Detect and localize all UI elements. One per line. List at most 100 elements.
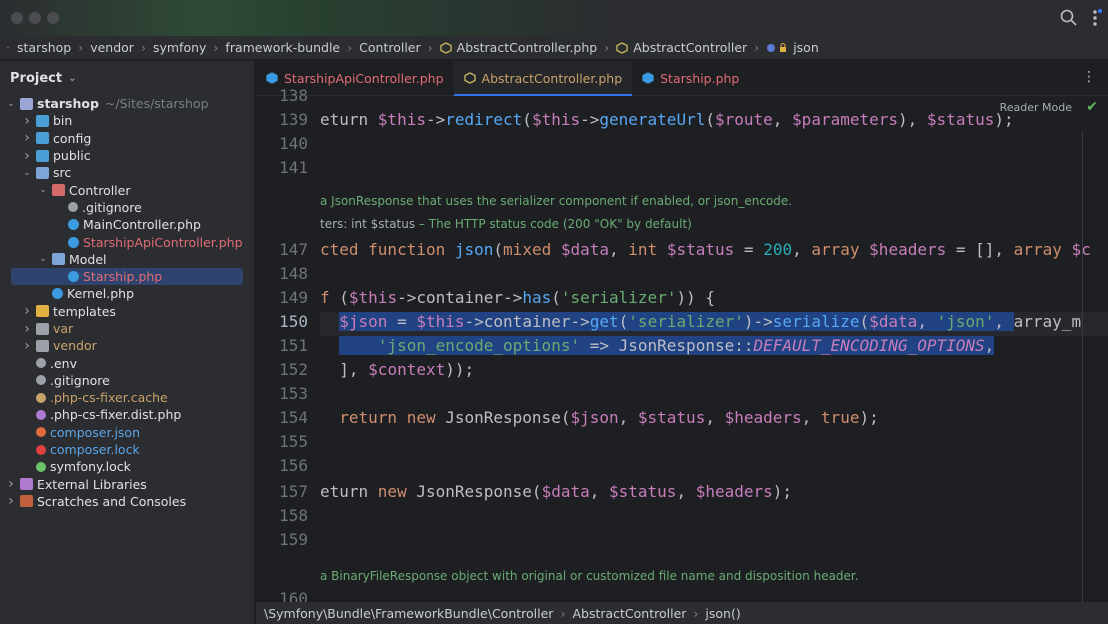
tree-item[interactable]: ⌄ starshop ~/Sites/starshop bbox=[0, 95, 254, 112]
code-line-154: return new JsonResponse($json, $status, … bbox=[339, 408, 879, 427]
tree-item[interactable]: .env bbox=[0, 354, 254, 371]
folder-icon bbox=[36, 305, 49, 318]
chevron-down-icon[interactable]: ⌄ bbox=[20, 168, 34, 178]
tree-item[interactable]: Kernel.php bbox=[0, 285, 254, 302]
php-icon bbox=[68, 271, 79, 283]
tree-item-label: vendor bbox=[53, 338, 97, 354]
line-number[interactable]: 153 bbox=[279, 384, 308, 403]
line-number[interactable]: 159 bbox=[279, 530, 308, 549]
tree-item[interactable]: symfony.lock bbox=[0, 458, 254, 475]
chevron-down-icon: ⌄ bbox=[68, 72, 77, 84]
line-number[interactable]: 147 bbox=[279, 240, 308, 259]
chevron-right-icon[interactable]: › bbox=[20, 338, 34, 354]
tree-item[interactable]: › External Libraries bbox=[0, 476, 254, 493]
search-icon[interactable] bbox=[1059, 8, 1079, 28]
line-number-gutter: 138 139 140 141 147 148 149 150 151 152 153 154 155 1… bbox=[256, 86, 320, 608]
line-number[interactable]: 150 bbox=[279, 312, 308, 331]
breadcrumb-abstract-controller-file[interactable]: AbstractController.php bbox=[439, 40, 597, 55]
tree-item[interactable]: .gitignore bbox=[0, 199, 254, 216]
breadcrumb-framework-bundle[interactable]: framework-bundle bbox=[225, 40, 340, 55]
line-number[interactable]: 157 bbox=[279, 482, 308, 501]
tree-item-label: .gitignore bbox=[82, 199, 142, 215]
close-window-button[interactable] bbox=[11, 12, 23, 24]
tree-item-label: External Libraries bbox=[37, 476, 147, 492]
line-number[interactable]: 149 bbox=[279, 288, 308, 307]
tree-item-label: templates bbox=[53, 303, 116, 319]
tree-item[interactable]: .gitignore bbox=[0, 372, 254, 389]
tree-item[interactable]: › bin bbox=[0, 112, 254, 129]
line-number[interactable]: 151 bbox=[279, 336, 308, 355]
folder-icon bbox=[36, 322, 49, 335]
tree-item-label: starshop bbox=[37, 96, 99, 112]
tree-item[interactable]: › config bbox=[0, 130, 254, 147]
chevron-right-icon[interactable]: › bbox=[20, 113, 34, 129]
tree-item[interactable]: ⌄ src bbox=[0, 164, 254, 181]
breadcrumb: · starshop › vendor › symfony › framewor… bbox=[0, 36, 1108, 60]
project-view-selector[interactable]: Project ⌄ bbox=[0, 61, 254, 95]
tree-item[interactable]: › vendor bbox=[0, 337, 254, 354]
status-namespace[interactable]: \Symfony\Bundle\FrameworkBundle\Controll… bbox=[264, 606, 553, 621]
editor-tab-label: Starship.php bbox=[660, 70, 740, 86]
settings-kebab-icon[interactable] bbox=[1087, 8, 1107, 28]
editor-tabs: StarshipApiController.php AbstractControl… bbox=[256, 61, 1108, 96]
breadcrumb-json-method[interactable]: json bbox=[766, 40, 819, 55]
chevron-right-icon[interactable]: › bbox=[4, 493, 18, 509]
line-number[interactable]: 141 bbox=[279, 158, 308, 177]
folder-icon bbox=[36, 114, 49, 127]
tree-item[interactable]: composer.json bbox=[0, 424, 254, 441]
tree-item[interactable]: ⌄ Model bbox=[0, 251, 254, 268]
breadcrumb-abstract-controller-class[interactable]: AbstractController bbox=[616, 40, 747, 55]
tree-item-label: .env bbox=[50, 355, 77, 371]
breadcrumb-vendor[interactable]: vendor bbox=[90, 40, 134, 55]
tree-item[interactable]: › Scratches and Consoles bbox=[0, 493, 254, 510]
breadcrumb-controller[interactable]: Controller bbox=[359, 40, 421, 55]
folder-icon bbox=[36, 166, 49, 179]
tree-item[interactable]: Starship.php bbox=[11, 267, 243, 286]
tree-item[interactable]: MainController.php bbox=[0, 216, 254, 233]
tree-item[interactable]: › public bbox=[0, 147, 254, 164]
status-method[interactable]: json() bbox=[705, 606, 740, 621]
tree-item[interactable]: .php-cs-fixer.dist.php bbox=[0, 406, 254, 423]
minimize-window-button[interactable] bbox=[29, 12, 41, 24]
chevron-right-icon[interactable]: › bbox=[20, 321, 34, 337]
line-number[interactable]: 148 bbox=[279, 264, 308, 283]
code-editor: StarshipApiController.php AbstractControl… bbox=[256, 61, 1108, 608]
status-class[interactable]: AbstractController bbox=[572, 606, 686, 621]
maximize-window-button[interactable] bbox=[47, 12, 59, 24]
code-area[interactable]: eturn $this->redirect($this->generateUrl… bbox=[320, 96, 1108, 602]
tree-item-label: src bbox=[53, 165, 72, 181]
tree-item-path: ~/Sites/starshop bbox=[104, 96, 209, 112]
editor-tab[interactable]: Starship.php bbox=[632, 61, 749, 95]
tree-item[interactable]: .php-cs-fixer.cache bbox=[0, 389, 254, 406]
line-number[interactable]: 158 bbox=[279, 506, 308, 525]
line-number[interactable]: 139 bbox=[279, 110, 308, 129]
chevron-down-icon[interactable]: ⌄ bbox=[36, 185, 50, 195]
breadcrumb-starshop[interactable]: starshop bbox=[17, 40, 71, 55]
tree-item[interactable]: › templates bbox=[0, 303, 254, 320]
project-sidebar: Project ⌄ ⌄ starshop ~/Sites/starshop › bin ›… bbox=[0, 61, 255, 624]
php-file-icon bbox=[463, 72, 476, 84]
tree-item[interactable]: › var bbox=[0, 320, 254, 337]
tree-item[interactable]: composer.lock bbox=[0, 441, 254, 458]
breadcrumb-symfony[interactable]: symfony bbox=[153, 40, 206, 55]
chevron-down-icon[interactable]: ⌄ bbox=[36, 254, 50, 264]
chevron-right-icon[interactable]: › bbox=[20, 148, 34, 164]
line-number[interactable]: 154 bbox=[279, 408, 308, 427]
line-number[interactable]: 156 bbox=[279, 456, 308, 475]
line-number[interactable]: 138 bbox=[279, 86, 308, 105]
line-number[interactable]: 140 bbox=[279, 134, 308, 153]
tree-item[interactable]: StarshipApiController.php bbox=[0, 233, 254, 250]
tree-item-label: .php-cs-fixer.dist.php bbox=[50, 407, 182, 423]
editor-tab[interactable]: AbstractController.php bbox=[453, 61, 633, 96]
chevron-down-icon[interactable]: ⌄ bbox=[4, 99, 18, 109]
line-number[interactable]: 152 bbox=[279, 360, 308, 379]
tab-actions-kebab-icon[interactable]: ⋮ bbox=[1082, 69, 1096, 85]
line-number[interactable]: 155 bbox=[279, 432, 308, 451]
tree-item[interactable]: ⌄ Controller bbox=[0, 181, 254, 198]
php-class-icon bbox=[439, 41, 452, 54]
chevron-right-icon[interactable]: › bbox=[20, 130, 34, 146]
tree-item-label: public bbox=[53, 148, 91, 164]
chevron-right-icon[interactable]: › bbox=[4, 476, 18, 492]
chevron-right-icon[interactable]: › bbox=[20, 303, 34, 319]
tree-item-label: Kernel.php bbox=[67, 286, 135, 302]
